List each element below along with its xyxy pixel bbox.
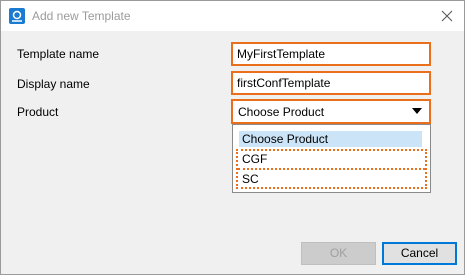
- title-bar: Add new Template: [1, 1, 464, 31]
- dropdown-option-sc[interactable]: SC: [239, 171, 422, 187]
- dropdown-option-choose-product[interactable]: Choose Product: [239, 131, 422, 147]
- dropdown-option-cgf[interactable]: CGF: [239, 151, 422, 167]
- display-name-input[interactable]: [231, 71, 431, 95]
- template-name-input[interactable]: [231, 42, 431, 66]
- close-icon: [441, 10, 453, 22]
- product-label: Product: [17, 105, 59, 119]
- product-dropdown-list: Choose Product CGF SC: [232, 124, 431, 193]
- product-select[interactable]: Choose Product: [231, 99, 431, 124]
- dialog-window: Add new Template Template name Display n…: [0, 0, 465, 275]
- cancel-button[interactable]: Cancel: [382, 242, 457, 265]
- window-title: Add new Template: [32, 9, 131, 23]
- close-button[interactable]: [436, 5, 458, 27]
- chevron-down-icon: [412, 108, 422, 114]
- product-select-value: Choose Product: [238, 105, 325, 119]
- options-divider: [238, 168, 425, 170]
- template-name-label: Template name: [17, 47, 100, 61]
- display-name-label: Display name: [17, 77, 90, 91]
- ok-button[interactable]: OK: [301, 242, 376, 265]
- app-icon: [9, 8, 25, 24]
